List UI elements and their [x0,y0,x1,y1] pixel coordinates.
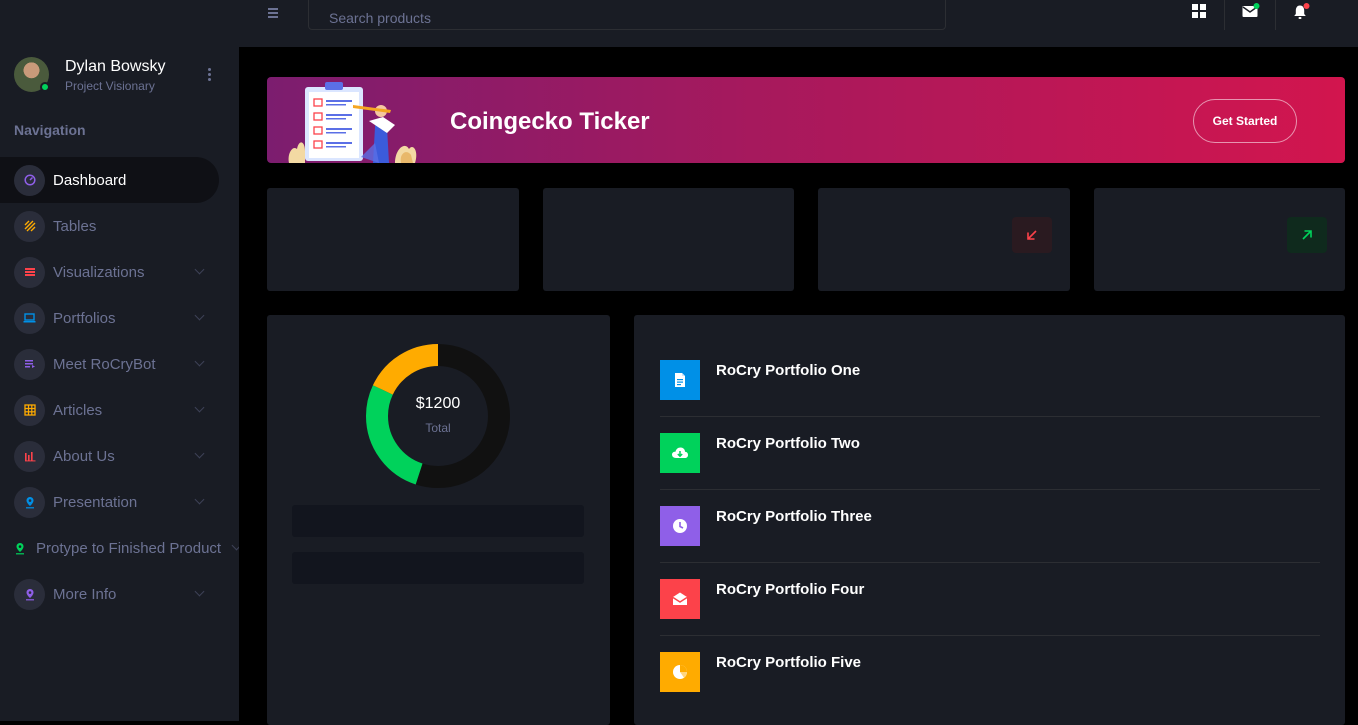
stat-card-1 [267,188,519,291]
sidebar-item-portfolios[interactable]: Portfolios [0,295,219,341]
sidebar-item-label: Dashboard [53,171,127,189]
topbar-divider [1275,0,1276,30]
divider [660,489,1320,490]
sidebar-item-dashboard[interactable]: Dashboard [0,157,219,203]
chevron-down-icon [194,402,205,413]
sidebar-item-label: Portfolios [53,309,116,327]
profile-name: Dylan Bowsky [65,58,166,75]
playlist-icon [14,348,45,380]
clock-icon [660,506,700,546]
stat-card-2 [543,188,794,291]
sidebar: Dylan Bowsky Project Visionary Navigatio… [0,0,242,721]
list-item[interactable]: RoCry Portfolio Five [660,652,1320,725]
sidebar-item-label: About Us [53,447,115,465]
sidebar-item-label: Tables [53,217,97,235]
list-item-title: RoCry Portfolio One [716,362,861,379]
sidebar-item-about-us[interactable]: About Us [0,433,219,479]
map-pin-icon [14,578,45,610]
speedometer-icon [14,164,45,196]
profile-role: Project Visionary [65,79,155,93]
transaction-row [292,552,584,584]
sidebar-item-label: Presentation [53,493,138,511]
list-item-title: RoCry Portfolio Four [716,581,865,598]
arrow-up-right-icon [1287,217,1327,253]
list-item-title: RoCry Portfolio Three [716,508,872,525]
menu-icon[interactable] [268,8,278,20]
stat-card-4 [1094,188,1345,291]
open-mail-icon [660,579,700,619]
sidebar-item-label: Articles [53,401,103,419]
bell-icon[interactable] [1293,3,1310,19]
main-content: Coingecko Ticker Get Started $1200 Total… [239,47,1358,725]
stat-card-3 [818,188,1070,291]
sidebar-item-tables[interactable]: Tables [0,203,219,249]
file-icon [660,360,700,400]
sidebar-item-label: Visualizations [53,263,145,281]
navigation-title: Navigation [14,122,86,138]
mail-icon[interactable] [1242,3,1260,19]
divider [660,635,1320,636]
list-item-title: RoCry Portfolio Two [716,435,860,452]
sidebar-item-label: More Info [53,585,117,603]
list-item[interactable]: RoCry Portfolio Three [660,506,1320,579]
sidebar-item-more-info[interactable]: More Info [0,571,219,617]
divider [660,416,1320,417]
sidebar-item-protype-to-finished-product[interactable]: Protype to Finished Product [0,525,242,571]
banner: Coingecko Ticker Get Started [267,77,1345,163]
clipboard-illustration [288,82,417,163]
chevron-down-icon [194,586,205,597]
table-stripes-icon [14,210,45,242]
list-item[interactable]: RoCry Portfolio One [660,360,1320,433]
bar-chart-icon [14,440,45,472]
donut-chart [366,344,510,488]
chevron-down-icon [194,494,205,505]
arrow-down-left-icon [1012,217,1052,253]
transaction-row [292,505,584,537]
laptop-icon [14,302,45,334]
sidebar-item-label: Protype to Finished Product [36,539,222,557]
divider [660,562,1320,563]
profile[interactable]: Dylan Bowsky Project Visionary [14,57,165,93]
top-navbar [239,0,1358,47]
profile-menu-icon[interactable] [208,68,212,83]
online-status-dot [40,82,50,92]
sidebar-item-meet-rocrybot[interactable]: Meet RoCryBot [0,341,219,387]
avatar[interactable] [14,57,50,92]
donut-label: Total [425,421,451,435]
portfolio-list-card: RoCry Portfolio One RoCry Portfolio Two … [634,315,1345,725]
list-item[interactable]: RoCry Portfolio Four [660,579,1320,652]
banner-title: Coingecko Ticker [450,108,650,135]
get-started-button[interactable]: Get Started [1193,99,1297,143]
chevron-down-icon [194,448,205,459]
donut-total: $1200 [415,395,461,412]
sidebar-item-presentation[interactable]: Presentation [0,479,219,525]
transaction-history-card: $1200 Total [267,315,610,725]
search-input[interactable] [308,0,946,30]
sidebar-item-label: Meet RoCryBot [53,355,156,373]
chart-list-icon [14,256,45,288]
sidebar-item-articles[interactable]: Articles [0,387,219,433]
sidebar-item-visualizations[interactable]: Visualizations [0,249,219,295]
chevron-down-icon [194,264,205,275]
chevron-down-icon [194,356,205,367]
topbar-divider [1224,0,1225,30]
map-pin-icon [14,486,45,518]
map-pin-icon [10,533,30,564]
cloud-download-icon [660,433,700,473]
grid-icon[interactable] [1192,4,1208,20]
grid-table-icon [14,394,45,426]
chevron-down-icon [194,310,205,321]
list-item-title: RoCry Portfolio Five [716,654,862,671]
list-item[interactable]: RoCry Portfolio Two [660,433,1320,506]
pie-chart-icon [660,652,700,692]
